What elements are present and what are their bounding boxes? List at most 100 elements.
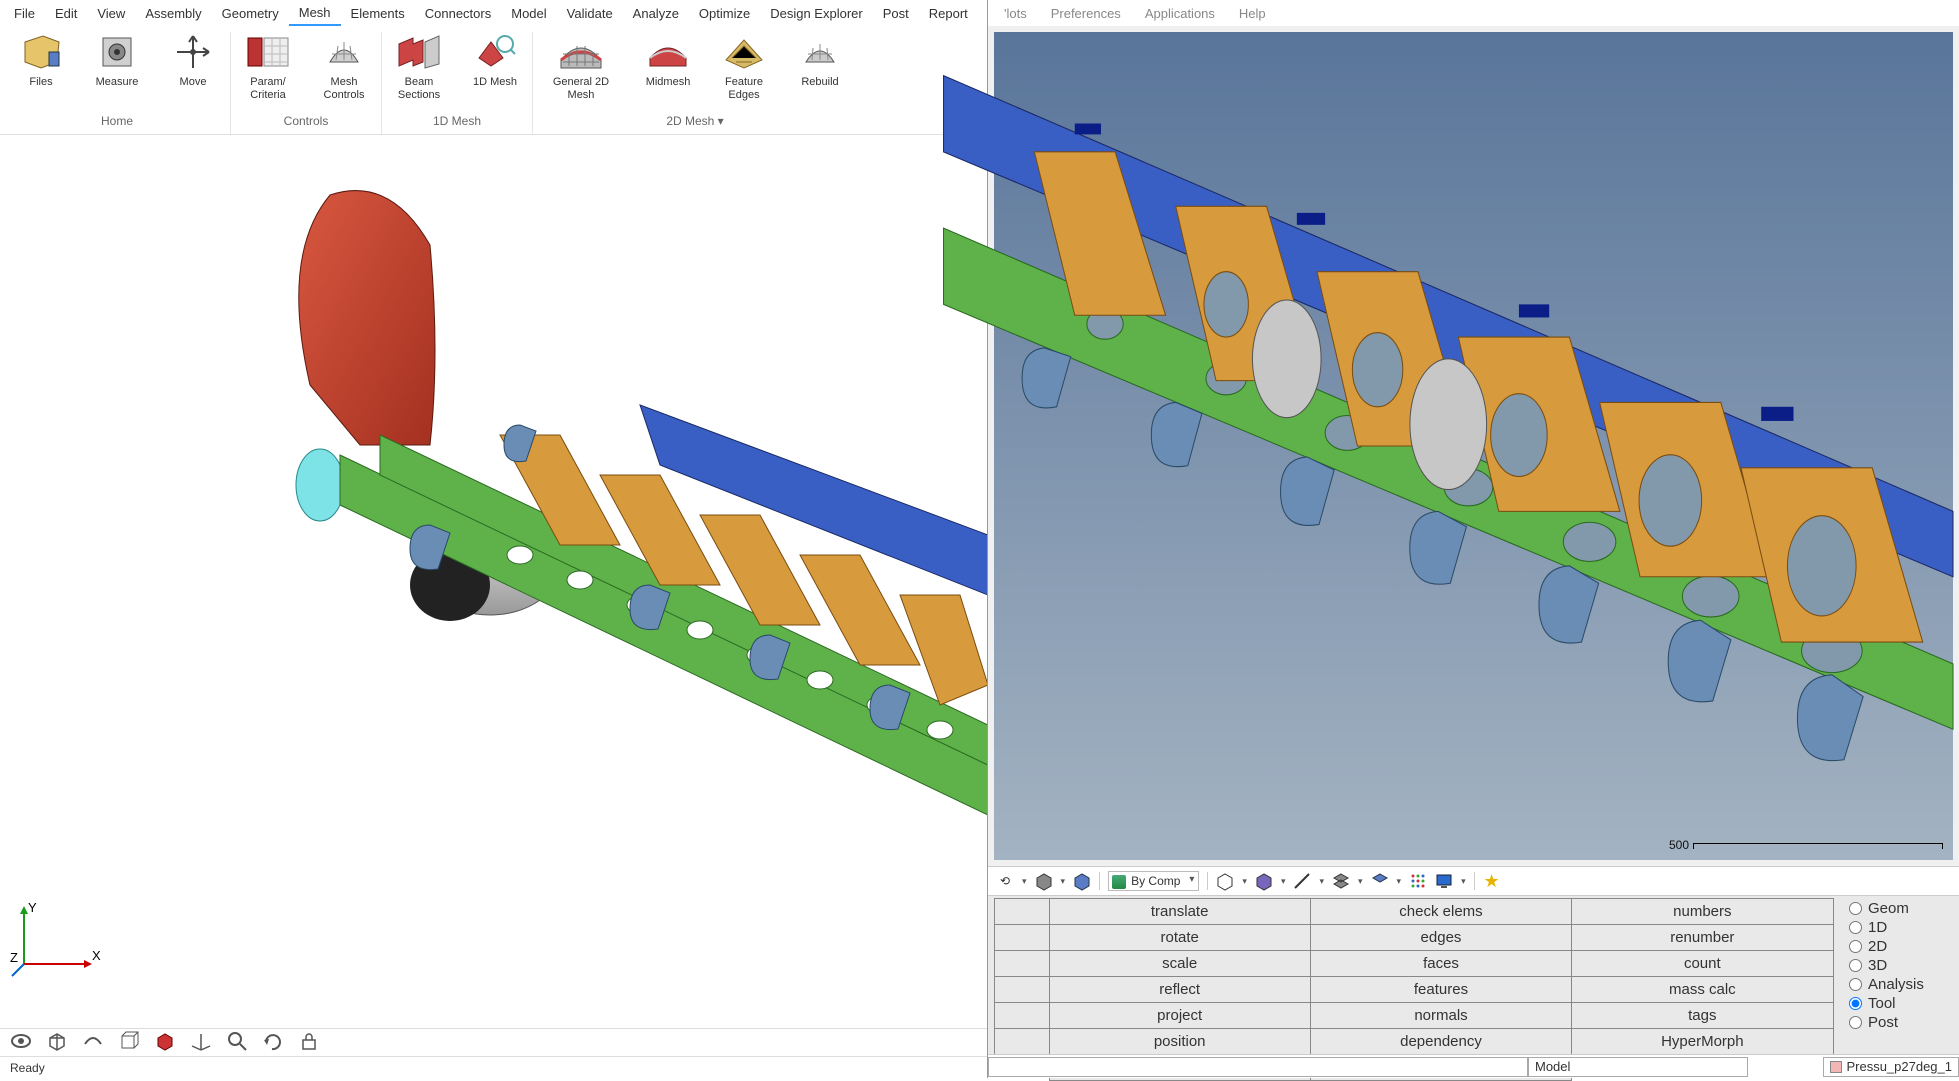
menu-edit[interactable]: Edit <box>45 2 87 25</box>
ribbon-group-2d: General 2D Mesh Midmesh Feature Edges <box>533 32 857 134</box>
status-msg <box>988 1057 1528 1077</box>
panel-mass-calc[interactable]: mass calc <box>1571 976 1833 1003</box>
menu-mesh[interactable]: Mesh <box>289 1 341 26</box>
solid-cube-icon[interactable] <box>154 1030 176 1055</box>
menu-geometry[interactable]: Geometry <box>212 2 289 25</box>
menu-file[interactable]: File <box>4 2 45 25</box>
rotate-icon[interactable] <box>262 1030 284 1055</box>
panel-numbers[interactable]: numbers <box>1571 898 1833 925</box>
monitor-icon[interactable] <box>1435 872 1453 890</box>
wire-icon[interactable] <box>1216 872 1234 890</box>
move-button[interactable]: Move <box>164 32 222 104</box>
page-3d[interactable]: 3D <box>1849 957 1949 974</box>
ribbon-title-home: Home <box>101 114 133 128</box>
ribbon-title-1d: 1D Mesh <box>433 114 481 128</box>
page-2d[interactable]: 2D <box>1849 938 1949 955</box>
cube-iso-icon[interactable] <box>46 1030 68 1055</box>
viewport-right[interactable]: 500 <box>994 32 1953 860</box>
panel-position[interactable]: position <box>1049 1028 1311 1055</box>
rebuild-button[interactable]: Rebuild <box>791 32 849 104</box>
current-component[interactable]: Pressu_p27deg_1 <box>1823 1057 1959 1077</box>
blank <box>994 950 1050 977</box>
rebuild-label: Rebuild <box>801 76 838 104</box>
grid-dots-icon[interactable] <box>1409 872 1427 890</box>
param-criteria-button[interactable]: Param/ Criteria <box>239 32 297 104</box>
ribbon-group-controls: Param/ Criteria Mesh Controls Controls <box>231 32 382 134</box>
general2d-label: General 2D Mesh <box>553 76 609 104</box>
mesh-controls-button[interactable]: Mesh Controls <box>315 32 373 104</box>
menu-view[interactable]: View <box>87 2 135 25</box>
menu-validate[interactable]: Validate <box>557 2 623 25</box>
general2d-button[interactable]: General 2D Mesh <box>541 32 621 104</box>
menu-help[interactable]: Help <box>1227 2 1278 25</box>
status-bar-left: Ready <box>0 1056 987 1078</box>
panel-renumber[interactable]: renumber <box>1571 924 1833 951</box>
line-icon[interactable] <box>1293 872 1311 890</box>
menu-report[interactable]: Report <box>919 2 978 25</box>
beam-icon <box>399 32 439 72</box>
panel-hypermorph[interactable]: HyperMorph <box>1571 1028 1833 1055</box>
page-1d[interactable]: 1D <box>1849 919 1949 936</box>
files-button[interactable]: Files <box>12 32 70 104</box>
panel-dependency[interactable]: dependency <box>1310 1028 1572 1055</box>
move-label: Move <box>180 76 207 104</box>
menu-plots[interactable]: 'lots <box>992 2 1039 25</box>
panel-reflect[interactable]: reflect <box>1049 976 1311 1003</box>
component-name: Pressu_p27deg_1 <box>1846 1059 1952 1074</box>
beam-label: Beam Sections <box>398 76 440 104</box>
menu-preferences[interactable]: Preferences <box>1039 2 1133 25</box>
panel-features[interactable]: features <box>1310 976 1572 1003</box>
panel-project[interactable]: project <box>1049 1002 1311 1029</box>
panel-normals[interactable]: normals <box>1310 1002 1572 1029</box>
lasso-icon[interactable]: ⟲ <box>996 872 1014 890</box>
panel-scale[interactable]: scale <box>1049 950 1311 977</box>
page-analysis[interactable]: Analysis <box>1849 976 1949 993</box>
color-by-combo[interactable]: By Comp <box>1108 871 1199 891</box>
page-geom[interactable]: Geom <box>1849 900 1949 917</box>
panel-count[interactable]: count <box>1571 950 1833 977</box>
lock-icon[interactable] <box>298 1030 320 1055</box>
menu-analyze[interactable]: Analyze <box>623 2 689 25</box>
beam-sections-button[interactable]: Beam Sections <box>390 32 448 104</box>
page-tool[interactable]: Tool <box>1849 995 1949 1012</box>
blank <box>994 924 1050 951</box>
measure-icon <box>97 32 137 72</box>
panel-faces[interactable]: faces <box>1310 950 1572 977</box>
menu-applications[interactable]: Applications <box>1133 2 1227 25</box>
rebuild-icon <box>800 32 840 72</box>
menu-elements[interactable]: Elements <box>341 2 415 25</box>
menu-connectors[interactable]: Connectors <box>415 2 501 25</box>
wire-cube-icon[interactable] <box>118 1030 140 1055</box>
midmesh-button[interactable]: Midmesh <box>639 32 697 104</box>
blank <box>994 976 1050 1003</box>
panel-translate[interactable]: translate <box>1049 898 1311 925</box>
axes-icon[interactable] <box>190 1030 212 1055</box>
menu-model[interactable]: Model <box>501 2 556 25</box>
viewport-left[interactable]: Y X Z <box>0 135 987 1028</box>
panel-check-elems[interactable]: check elems <box>1310 898 1572 925</box>
svg-text:Y: Y <box>28 900 37 915</box>
panel-rotate[interactable]: rotate <box>1049 924 1311 951</box>
page-post[interactable]: Post <box>1849 1014 1949 1031</box>
feature-edges-button[interactable]: Feature Edges <box>715 32 773 104</box>
menu-post[interactable]: Post <box>873 2 919 25</box>
layer-color-icon[interactable] <box>1371 872 1389 890</box>
measure-button[interactable]: Measure <box>88 32 146 104</box>
shaded-icon[interactable] <box>1073 872 1091 890</box>
hide-icon[interactable] <box>82 1030 104 1055</box>
panel-edges[interactable]: edges <box>1310 924 1572 951</box>
zoom-icon[interactable] <box>226 1030 248 1055</box>
trans-icon[interactable] <box>1255 872 1273 890</box>
mesh1d-button[interactable]: 1D Mesh <box>466 32 524 104</box>
menu-design-explorer[interactable]: Design Explorer <box>760 2 873 25</box>
menu-optimize[interactable]: Optimize <box>689 2 760 25</box>
show-all-icon[interactable] <box>10 1030 32 1055</box>
hidden-line-icon[interactable] <box>1035 872 1053 890</box>
menu-assembly[interactable]: Assembly <box>135 2 211 25</box>
files-label: Files <box>29 76 52 104</box>
panel-tags[interactable]: tags <box>1571 1002 1833 1029</box>
current-collector[interactable]: Model <box>1528 1057 1748 1077</box>
favorite-icon[interactable]: ★ <box>1483 872 1501 890</box>
layers-icon[interactable] <box>1332 872 1350 890</box>
menubar-left: File Edit View Assembly Geometry Mesh El… <box>0 0 987 26</box>
